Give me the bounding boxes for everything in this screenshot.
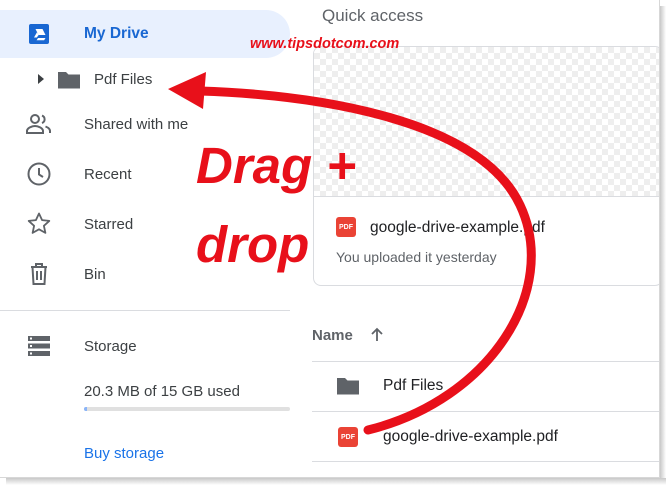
folder-icon[interactable] bbox=[56, 69, 82, 96]
expand-caret-icon[interactable] bbox=[38, 74, 44, 84]
quick-access-title: Quick access bbox=[322, 6, 424, 25]
people-icon bbox=[24, 109, 54, 139]
storage-usage-bar bbox=[84, 407, 290, 411]
sidebar-item-shared[interactable]: Shared with me bbox=[0, 100, 290, 148]
sidebar-item-label: Shared with me bbox=[84, 115, 189, 133]
sidebar-divider bbox=[0, 310, 290, 311]
buy-storage-link[interactable]: Buy storage bbox=[84, 445, 164, 462]
storage-icon bbox=[24, 331, 54, 361]
row-divider bbox=[312, 411, 659, 412]
row-file-name: google-drive-example.pdf bbox=[383, 428, 558, 445]
drive-icon bbox=[24, 19, 54, 49]
column-header-name[interactable]: Name bbox=[312, 327, 353, 344]
row-divider bbox=[312, 461, 659, 462]
window-shadow bbox=[6, 478, 666, 485]
quick-access-file-name: google-drive-example.pdf bbox=[370, 219, 545, 236]
sidebar-item-label: My Drive bbox=[84, 25, 149, 42]
sidebar-item-recent[interactable]: Recent bbox=[0, 150, 290, 198]
quick-access-card[interactable]: PDF google-drive-example.pdf You uploade… bbox=[313, 46, 659, 286]
sidebar-item-label: Storage bbox=[84, 337, 137, 355]
sidebar-item-storage[interactable]: Storage bbox=[0, 322, 290, 370]
sidebar-item-starred[interactable]: Starred bbox=[0, 200, 290, 248]
trash-icon bbox=[24, 259, 54, 289]
sidebar-item-label: Recent bbox=[84, 165, 132, 183]
sidebar-item-label: Bin bbox=[84, 265, 106, 283]
star-icon bbox=[24, 209, 54, 239]
folder-icon bbox=[335, 375, 361, 402]
quick-access-file-subtitle: You uploaded it yesterday bbox=[336, 249, 497, 265]
arrow-up-icon[interactable] bbox=[368, 326, 386, 349]
sidebar-item-my-drive[interactable]: My Drive bbox=[0, 10, 290, 58]
sidebar-folder-pdf-files[interactable]: Pdf Files bbox=[94, 71, 152, 88]
row-divider bbox=[312, 361, 659, 362]
storage-usage-text: 20.3 MB of 15 GB used bbox=[84, 383, 240, 400]
pdf-icon: PDF bbox=[338, 427, 358, 447]
file-thumbnail bbox=[314, 47, 659, 197]
window-shadow bbox=[660, 6, 666, 484]
pdf-icon: PDF bbox=[336, 217, 356, 237]
sidebar-item-label: Starred bbox=[84, 215, 134, 233]
clock-icon bbox=[24, 159, 54, 189]
storage-usage-fill bbox=[84, 407, 88, 411]
drive-window: My Drive Pdf Files Shared with me Recent bbox=[0, 0, 660, 478]
row-file-name: Pdf Files bbox=[383, 377, 444, 394]
sidebar-item-bin[interactable]: Bin bbox=[0, 250, 290, 298]
